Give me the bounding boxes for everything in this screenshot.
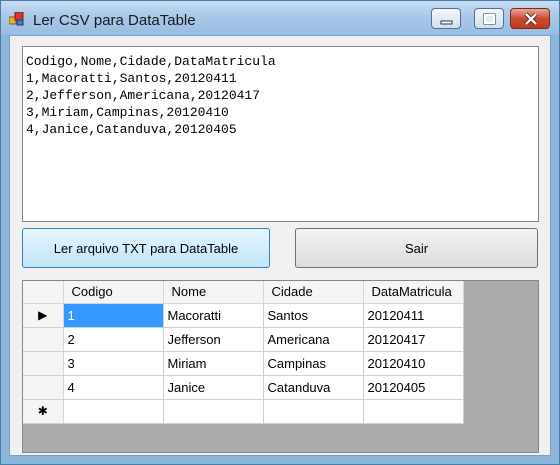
title-bar[interactable]: Ler CSV para DataTable [1, 1, 559, 35]
column-header-datamatricula[interactable]: DataMatricula [363, 281, 464, 304]
grid-cell[interactable] [163, 399, 264, 424]
grid-cell[interactable]: Americana [263, 327, 364, 352]
grid-cell[interactable]: 20120410 [363, 351, 464, 376]
read-txt-button[interactable]: Ler arquivo TXT para DataTable [22, 228, 270, 268]
grid-cell[interactable]: 20120411 [363, 303, 464, 328]
grid-cell[interactable]: 3 [63, 351, 164, 376]
grid-corner-header[interactable] [23, 281, 64, 304]
grid-cell[interactable]: Catanduva [263, 375, 364, 400]
table-row[interactable]: ▶ 1 Macoratti Santos 20120411 [23, 303, 464, 328]
exit-button[interactable]: Sair [295, 228, 538, 268]
grid-cell[interactable] [63, 399, 164, 424]
current-row-indicator-icon[interactable]: ▶ [23, 303, 64, 328]
minimize-button[interactable] [431, 8, 461, 29]
grid-cell[interactable]: 2 [63, 327, 164, 352]
grid-cell[interactable] [363, 399, 464, 424]
row-header[interactable] [23, 327, 64, 352]
grid-cell[interactable]: 1 [63, 303, 164, 328]
table-row[interactable]: 3 Miriam Campinas 20120410 [23, 351, 464, 376]
table-row[interactable]: 2 Jefferson Americana 20120417 [23, 327, 464, 352]
minimize-icon [440, 20, 453, 25]
maximize-button[interactable] [474, 8, 504, 29]
csv-content-textbox[interactable]: Codigo,Nome,Cidade,DataMatricula 1,Macor… [22, 46, 539, 222]
column-header-cidade[interactable]: Cidade [263, 281, 364, 304]
row-header[interactable] [23, 375, 64, 400]
grid-cell[interactable]: 20120417 [363, 327, 464, 352]
app-icon [9, 12, 24, 26]
grid-cell[interactable]: Campinas [263, 351, 364, 376]
grid-cell[interactable]: 20120405 [363, 375, 464, 400]
grid-cell[interactable]: Janice [163, 375, 264, 400]
new-row-indicator-icon[interactable]: ✱ [23, 399, 64, 424]
grid-cell[interactable]: Macoratti [163, 303, 264, 328]
close-icon [524, 12, 538, 26]
form-client-area: Codigo,Nome,Cidade,DataMatricula 1,Macor… [9, 35, 551, 456]
table-row[interactable]: 4 Janice Catanduva 20120405 [23, 375, 464, 400]
row-header[interactable] [23, 351, 64, 376]
grid-cell[interactable]: Santos [263, 303, 364, 328]
grid-header-row: Codigo Nome Cidade DataMatricula [23, 281, 464, 304]
window-title: Ler CSV para DataTable [33, 12, 196, 29]
grid-cell[interactable]: 4 [63, 375, 164, 400]
close-button[interactable] [510, 8, 550, 29]
column-header-codigo[interactable]: Codigo [63, 281, 164, 304]
grid-cell[interactable]: Jefferson [163, 327, 264, 352]
data-grid-view[interactable]: Codigo Nome Cidade DataMatricula ▶ 1 Mac… [22, 280, 539, 453]
maximize-icon [483, 13, 496, 25]
main-window: Ler CSV para DataTable Codigo,Nome,Cidad… [0, 0, 560, 465]
new-row[interactable]: ✱ [23, 399, 464, 424]
column-header-nome[interactable]: Nome [163, 281, 264, 304]
csv-content-text: Codigo,Nome,Cidade,DataMatricula 1,Macor… [26, 54, 276, 137]
data-grid-table: Codigo Nome Cidade DataMatricula ▶ 1 Mac… [23, 281, 464, 424]
grid-cell[interactable]: Miriam [163, 351, 264, 376]
grid-cell[interactable] [263, 399, 364, 424]
